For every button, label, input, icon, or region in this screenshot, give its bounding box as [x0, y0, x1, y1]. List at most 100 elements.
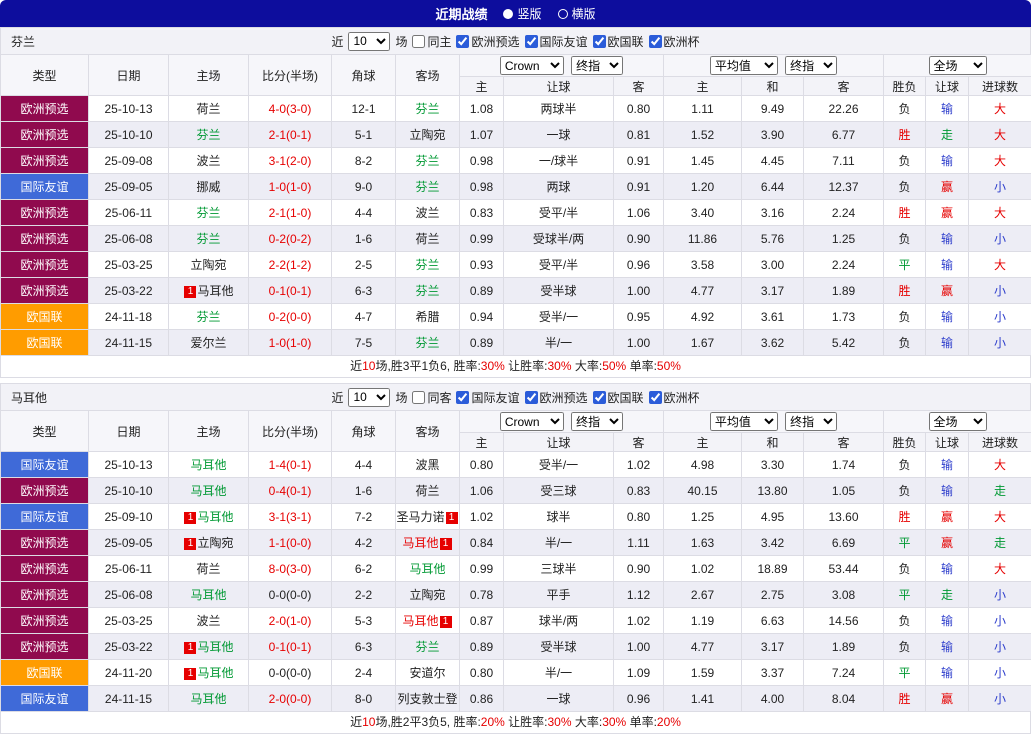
avg-home-odds: 1.02	[663, 555, 742, 582]
avg-stage-select[interactable]: 终指	[785, 412, 838, 431]
avg-draw-odds: 3.62	[741, 329, 804, 356]
handicap-result: 赢	[925, 503, 970, 530]
home-team: 马耳他	[168, 685, 249, 712]
recent-count-select[interactable]: 10	[348, 387, 391, 407]
handicap-line: 受半球	[503, 277, 614, 304]
red-card-badge: 1	[184, 667, 197, 680]
match-row: 欧洲预选 25-10-10 马耳他 0-4(0-1) 1-6 荷兰 1.06 受三球 0.83 4…	[0, 477, 1031, 504]
handicap-away-odds: 0.90	[613, 555, 664, 582]
handicap-line: 一球	[503, 685, 614, 712]
competition-checkbox[interactable]	[524, 34, 538, 48]
section-header: 芬兰 近 10 场 同主 欧洲预选 国际友谊 欧国联 欧洲杯	[0, 27, 1031, 54]
handicap-line: 受球半/两	[503, 225, 614, 252]
competition-checkbox[interactable]	[648, 390, 662, 404]
competition-checkbox[interactable]	[456, 390, 470, 404]
handicap-result: 赢	[925, 199, 970, 226]
layout-option-horizontal[interactable]: 横版	[557, 5, 596, 22]
handicap-line: 半/一	[503, 659, 614, 686]
summary-line: 近10场,胜3平1负6, 胜率:30% 让胜率:30% 大率:50% 单率:50…	[0, 356, 1031, 378]
goals-result: 大	[968, 251, 1031, 278]
win-loss-result: 胜	[883, 685, 927, 712]
handicap-home-odds: 0.98	[459, 173, 504, 200]
match-date: 25-06-08	[88, 581, 169, 608]
avg-away-odds: 1.05	[802, 477, 885, 504]
odds-stage-select[interactable]: 终指	[571, 56, 624, 75]
team-label: 芬兰	[415, 102, 440, 116]
same-venue-checkbox[interactable]	[412, 390, 426, 404]
team-name: 马耳他	[11, 390, 48, 405]
summary-segment: 30%	[547, 715, 572, 729]
competition-filter[interactable]: 国际友谊	[524, 33, 588, 50]
team-label: 马耳他	[409, 562, 446, 576]
handicap-line: 一球	[503, 121, 614, 148]
handicap-result: 输	[925, 95, 970, 122]
goals-result: 小	[968, 225, 1031, 252]
competition-checkbox[interactable]	[648, 34, 662, 48]
competition-badge: 欧洲预选	[0, 147, 89, 174]
competition-badge: 国际友谊	[0, 173, 89, 200]
match-row: 国际友谊 24-11-15 马耳他 2-0(0-0) 8-0 列支敦士登 0.86 一球 0.9…	[0, 685, 1031, 712]
odds-stage-select[interactable]: 终指	[571, 412, 624, 431]
avg-home-odds: 40.15	[663, 477, 742, 504]
layout-option-vertical[interactable]: 竖版	[503, 5, 542, 22]
handicap-line: 一/球半	[503, 147, 614, 174]
red-card-badge: 1	[184, 285, 197, 298]
handicap-line: 两球半	[503, 95, 614, 122]
column-header: 主	[663, 432, 742, 452]
header-selects-row: 类型 日期 主场 比分(半场) 角球 客场 Crown 终指 平均值 终指 全场	[0, 54, 1031, 96]
competition-checkbox[interactable]	[456, 34, 470, 48]
team-label: 马耳他	[190, 458, 227, 472]
team-label: 马耳他	[402, 536, 439, 550]
avg-home-odds: 1.63	[663, 529, 742, 556]
same-venue-filter[interactable]: 同主	[412, 33, 451, 50]
competition-filter[interactable]: 欧洲预选	[456, 33, 520, 50]
match-row: 欧洲预选 25-06-11 荷兰 8-0(3-0) 6-2 马耳他 0.99 三球半 0.90 1…	[0, 555, 1031, 582]
handicap-home-odds: 0.94	[459, 303, 504, 330]
scope-select[interactable]: 全场	[928, 56, 987, 75]
same-venue-checkbox[interactable]	[412, 34, 426, 48]
handicap-away-odds: 0.90	[613, 225, 664, 252]
handicap-result: 赢	[925, 173, 970, 200]
avg-type-select[interactable]: 平均值	[709, 56, 778, 75]
home-team: 1 马耳他	[168, 503, 249, 530]
avg-type-select[interactable]: 平均值	[709, 412, 778, 431]
summary-segment: 大率:	[571, 715, 603, 729]
column-header: 角球	[331, 54, 396, 96]
recent-count-select[interactable]: 10	[348, 31, 391, 51]
competition-filter[interactable]: 欧洲杯	[648, 33, 700, 50]
home-team: 爱尔兰	[168, 329, 249, 356]
competition-filter[interactable]: 欧国联	[592, 33, 644, 50]
away-team: 圣马力诺 1	[395, 503, 460, 530]
scope-select[interactable]: 全场	[928, 412, 987, 431]
competition-checkbox[interactable]	[592, 34, 606, 48]
handicap-line: 受半/一	[503, 303, 614, 330]
avg-away-odds: 53.44	[802, 555, 885, 582]
away-team: 立陶宛	[395, 581, 460, 608]
summary-line: 近10场,胜2平3负5, 胜率:20% 让胜率:30% 大率:30% 单率:20…	[0, 712, 1031, 734]
handicap-home-odds: 0.78	[459, 581, 504, 608]
competition-filter[interactable]: 欧国联	[592, 389, 644, 406]
corner-score: 9-0	[331, 173, 396, 200]
avg-draw-odds: 18.89	[741, 555, 804, 582]
handicap-result: 输	[925, 659, 970, 686]
same-venue-filter[interactable]: 同客	[412, 389, 451, 406]
match-row: 国际友谊 25-09-10 1 马耳他 3-1(3-1) 7-2 圣马力诺 1 1.02 球半 0.…	[0, 503, 1031, 530]
competition-checkbox[interactable]	[592, 390, 606, 404]
team-label: 荷兰	[415, 484, 440, 498]
summary-segment: 50%	[656, 359, 681, 373]
odds-company-select[interactable]: Crown	[499, 56, 564, 75]
competition-filter[interactable]: 欧洲预选	[524, 389, 588, 406]
avg-draw-odds: 3.61	[741, 303, 804, 330]
avg-away-odds: 1.25	[802, 225, 885, 252]
avg-away-odds: 7.24	[802, 659, 885, 686]
handicap-result: 赢	[925, 685, 970, 712]
avg-home-odds: 1.25	[663, 503, 742, 530]
competition-filter[interactable]: 国际友谊	[456, 389, 520, 406]
home-team: 波兰	[168, 607, 249, 634]
corner-score: 4-4	[331, 199, 396, 226]
odds-company-select[interactable]: Crown	[499, 412, 564, 431]
competition-filter[interactable]: 欧洲杯	[648, 389, 700, 406]
team-section: 马耳他 近 10 场 同客 国际友谊 欧洲预选 欧国联 欧洲杯 类型 日期 主场…	[0, 383, 1031, 734]
competition-checkbox[interactable]	[524, 390, 538, 404]
avg-stage-select[interactable]: 终指	[785, 56, 838, 75]
